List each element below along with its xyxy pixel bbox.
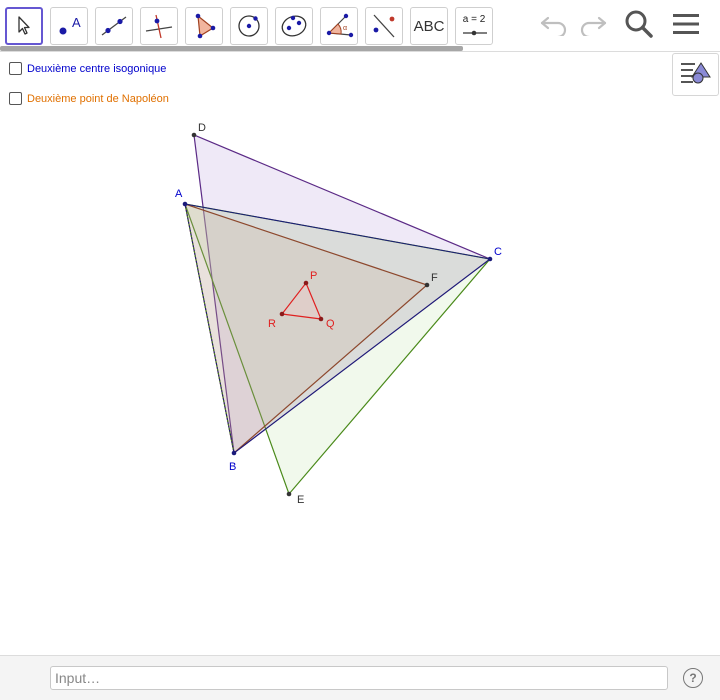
geogebra-app: A α ABC a = 2 A B C D E F P Q R Deuxième… bbox=[0, 0, 720, 700]
help-icon: ? bbox=[689, 671, 697, 685]
search-icon bbox=[623, 8, 655, 45]
point-e[interactable] bbox=[286, 491, 292, 497]
geometry-drawing[interactable]: A B C D E F P Q R bbox=[0, 53, 720, 655]
angle-tool[interactable]: α bbox=[320, 7, 358, 45]
stylebar-toggle-icon bbox=[679, 59, 713, 90]
point-icon: A bbox=[54, 13, 84, 39]
label-b: B bbox=[229, 461, 236, 473]
point-p[interactable] bbox=[303, 280, 309, 286]
slider-tool-label: a = 2 bbox=[462, 14, 486, 25]
checkbox-box[interactable] bbox=[9, 62, 22, 75]
checkbox-label: Deuxième centre isogonique bbox=[27, 62, 167, 75]
label-r: R bbox=[268, 318, 276, 330]
text-tool-label: ABC bbox=[413, 17, 445, 35]
undo-button[interactable] bbox=[536, 10, 572, 42]
input-bar: ? bbox=[0, 655, 720, 700]
label-q: Q bbox=[326, 318, 335, 330]
text-tool[interactable]: ABC bbox=[410, 7, 448, 45]
point-b[interactable] bbox=[231, 450, 237, 456]
label-e: E bbox=[297, 494, 304, 506]
label-a: A bbox=[175, 188, 183, 200]
point-f[interactable] bbox=[424, 282, 430, 288]
redo-button[interactable] bbox=[575, 10, 611, 42]
label-d: D bbox=[198, 122, 206, 134]
line-tool[interactable] bbox=[95, 7, 133, 45]
point-tool-label: A bbox=[72, 15, 81, 30]
main-menu-button[interactable] bbox=[668, 10, 704, 42]
checkbox-label: Deuxième point de Napoléon bbox=[27, 92, 169, 105]
search-button[interactable] bbox=[621, 10, 657, 42]
reflect-tool[interactable] bbox=[365, 7, 403, 45]
svg-text:α: α bbox=[343, 25, 347, 32]
label-f: F bbox=[431, 272, 438, 284]
angle-icon: α bbox=[324, 13, 354, 39]
checkbox-second-napoleon-point[interactable]: Deuxième point de Napoléon bbox=[9, 92, 169, 105]
point-tool[interactable]: A bbox=[50, 7, 88, 45]
slider-icon bbox=[462, 30, 488, 36]
circle-tool[interactable] bbox=[230, 7, 268, 45]
arrow-pointer-icon bbox=[13, 15, 35, 37]
label-p: P bbox=[310, 270, 317, 282]
point-d[interactable] bbox=[191, 132, 197, 138]
perpendicular-tool[interactable] bbox=[140, 7, 178, 45]
slider-tool[interactable]: a = 2 bbox=[455, 7, 493, 45]
move-tool[interactable] bbox=[5, 7, 43, 45]
label-c: C bbox=[494, 246, 502, 258]
toolbar-scrollbar[interactable] bbox=[0, 46, 463, 51]
redo-icon bbox=[578, 12, 608, 41]
line-through-points-icon bbox=[99, 13, 129, 39]
point-q[interactable] bbox=[318, 316, 324, 322]
toolbar: A α ABC a = 2 bbox=[0, 0, 720, 52]
hamburger-menu-icon bbox=[671, 11, 701, 42]
graphics-view[interactable]: A B C D E F P Q R bbox=[0, 53, 720, 655]
polygon-icon bbox=[189, 13, 219, 39]
undo-icon bbox=[539, 12, 569, 41]
ellipse-tool[interactable] bbox=[275, 7, 313, 45]
point-r[interactable] bbox=[279, 311, 285, 317]
point-a[interactable] bbox=[182, 201, 188, 207]
stylebar-toggle-button[interactable] bbox=[672, 53, 719, 96]
checkbox-box[interactable] bbox=[9, 92, 22, 105]
reflect-line-icon bbox=[369, 13, 399, 39]
help-button[interactable]: ? bbox=[683, 668, 703, 688]
checkbox-second-isogonic-center[interactable]: Deuxième centre isogonique bbox=[9, 62, 166, 75]
point-c[interactable] bbox=[487, 256, 493, 262]
algebra-input[interactable] bbox=[50, 666, 668, 690]
circle-center-point-icon bbox=[234, 13, 264, 39]
perpendicular-line-icon bbox=[144, 13, 174, 39]
polygon-tool[interactable] bbox=[185, 7, 223, 45]
ellipse-icon bbox=[279, 13, 309, 39]
